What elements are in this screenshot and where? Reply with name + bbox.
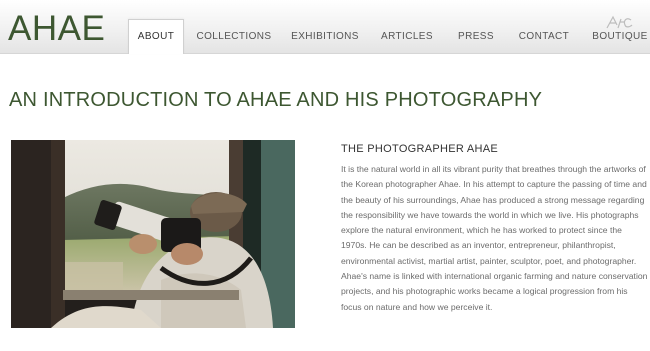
photographer-photo bbox=[11, 140, 295, 328]
nav-item-press[interactable]: PRESS bbox=[454, 20, 498, 54]
page-title: AN INTRODUCTION TO AHAE AND HIS PHOTOGRA… bbox=[9, 89, 543, 111]
nav-item-contact[interactable]: CONTACT bbox=[516, 20, 572, 54]
section-heading: THE PHOTOGRAPHER AHAE bbox=[341, 143, 499, 155]
site-logo[interactable]: AHAE bbox=[8, 9, 105, 49]
nav-item-about[interactable]: ABOUT bbox=[128, 19, 184, 54]
intro-paragraph: It is the natural world in all its vibra… bbox=[341, 164, 648, 312]
nav-item-collections[interactable]: COLLECTIONS bbox=[195, 20, 273, 54]
nav-item-articles[interactable]: ARTICLES bbox=[378, 20, 436, 54]
boutique-logo-icon bbox=[606, 15, 633, 29]
nav-item-exhibitions[interactable]: EXHIBITIONS bbox=[290, 20, 360, 54]
site-header: AHAE ABOUT COLLECTIONS EXHIBITIONS ARTIC… bbox=[0, 0, 650, 54]
